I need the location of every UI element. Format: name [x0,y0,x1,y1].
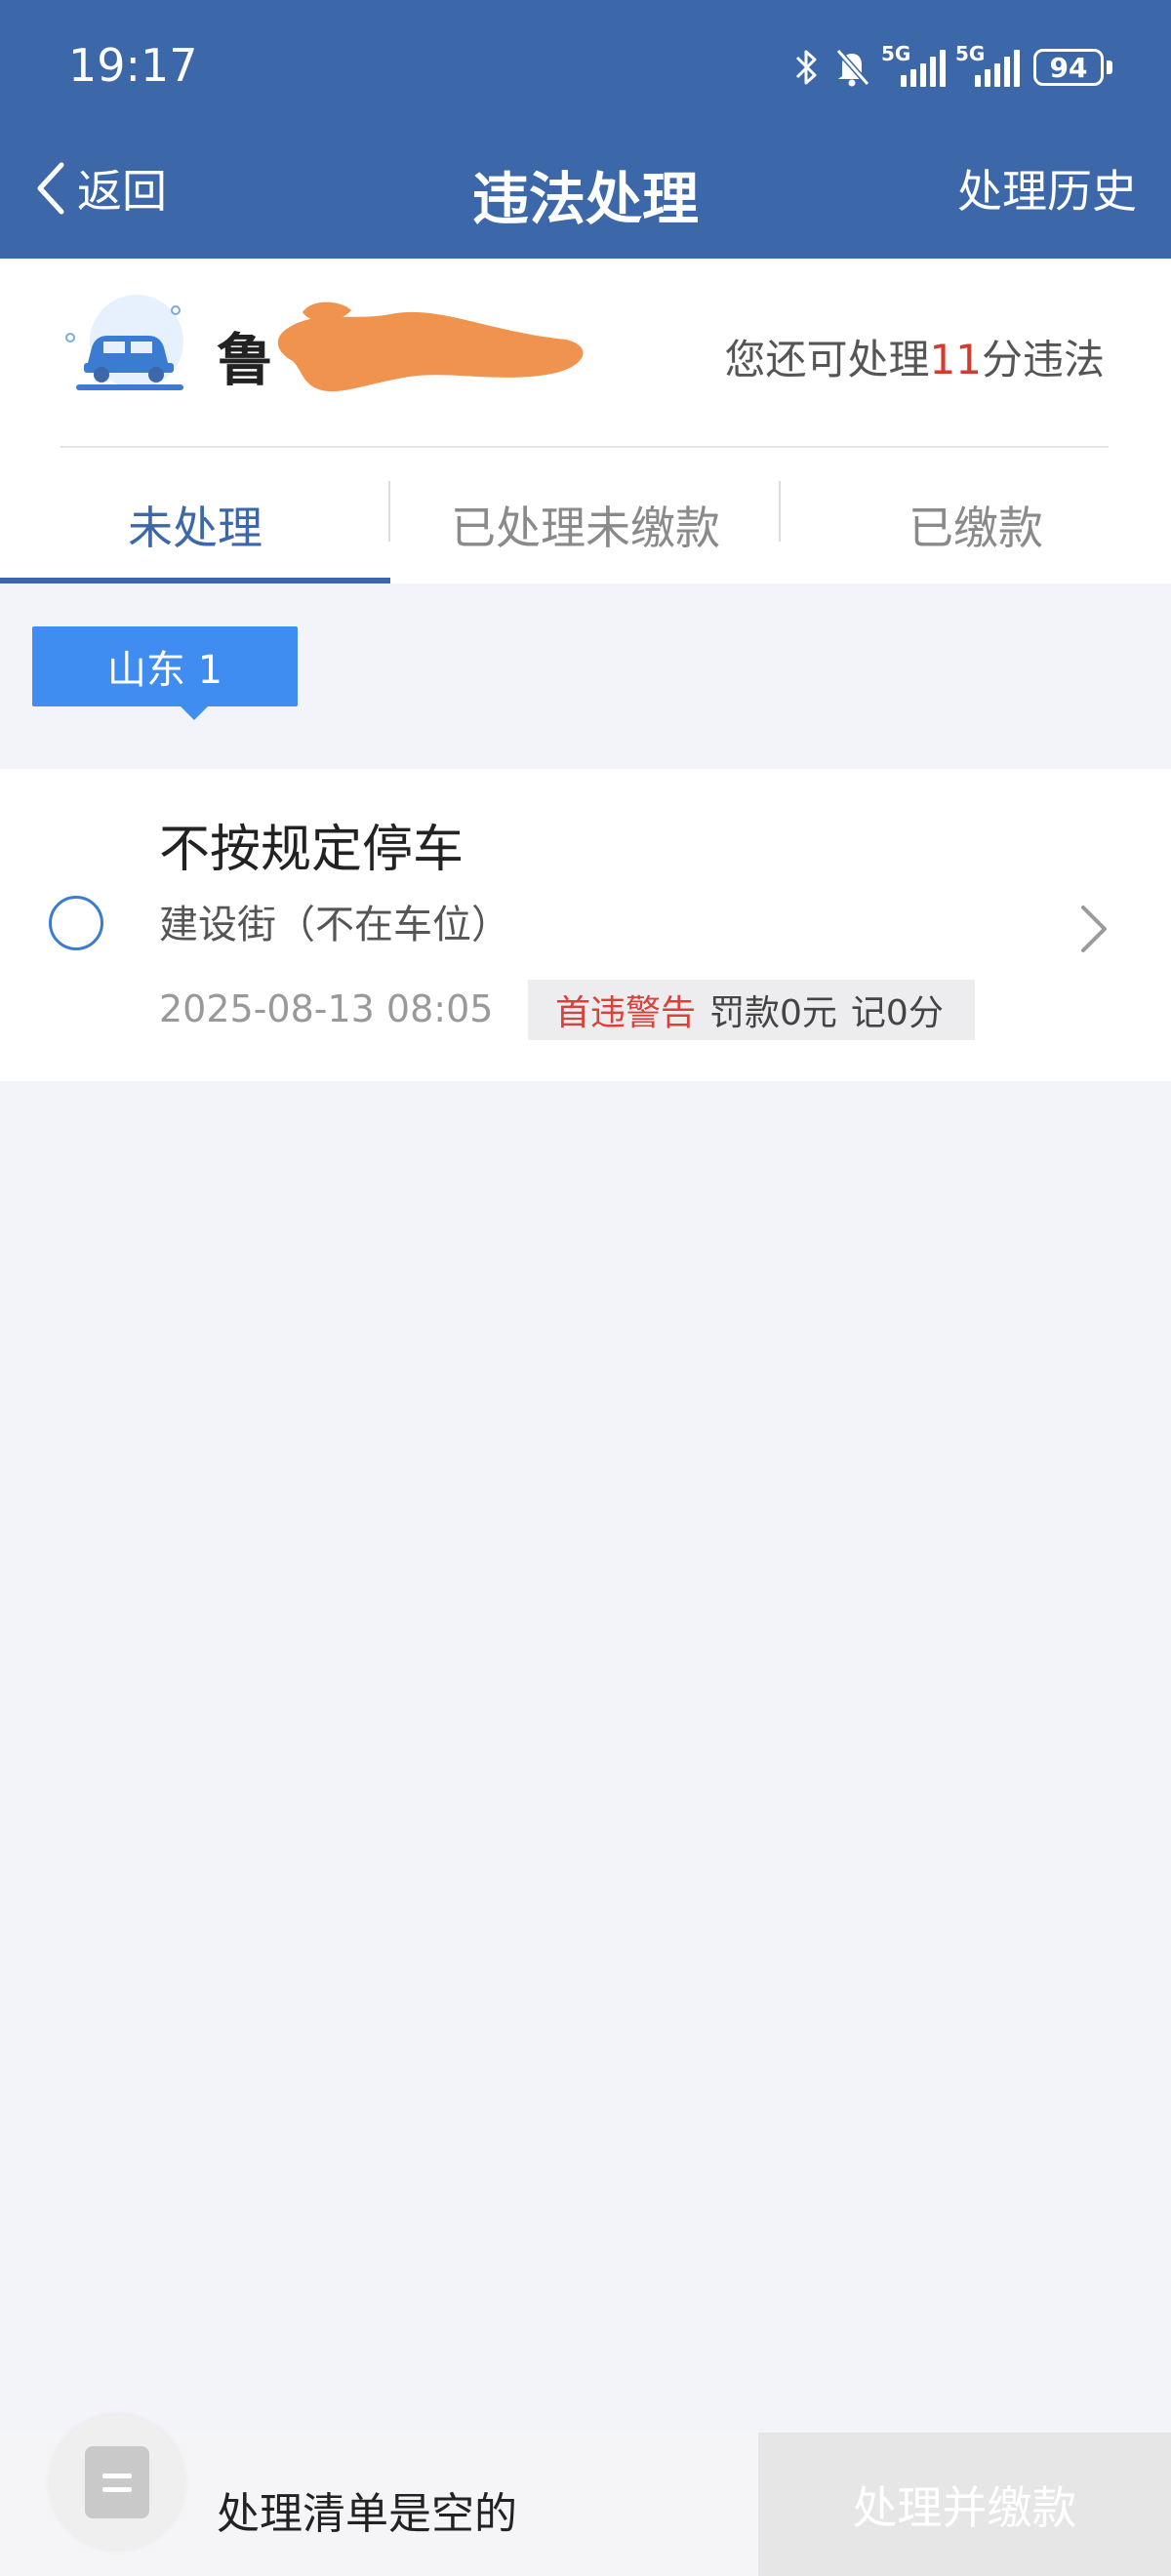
violation-location: 建设街（不在车位） [159,903,510,947]
violation-title: 不按规定停车 [159,821,464,879]
violation-datetime: 2025-08-13 08:05 [159,987,494,1030]
history-link[interactable]: 处理历史 [957,156,1137,221]
remaining-prefix: 您还可处理 [724,336,930,383]
tab-paid[interactable]: 已缴款 [781,466,1171,584]
signal-icon: 5G [881,42,946,87]
penalty-badge: 首违警告 罚款0元 记0分 [528,980,975,1040]
redaction-mark [277,302,584,392]
status-time: 19:17 [68,39,198,92]
remaining-suffix: 分违法 [981,336,1105,383]
list-icon [85,2446,149,2518]
status-tabs: 未处理 已处理未缴款 已缴款 [0,466,1171,584]
bluetooth-icon [793,48,819,87]
warning-label: 首违警告 [555,993,697,1033]
empty-list-text: 处理清单是空的 [217,2489,517,2539]
signal-icon: 5G [955,42,1020,87]
status-icons: 5G 5G 94 [793,42,1112,88]
remaining-points-value: 11 [929,336,982,383]
tab-unprocessed[interactable]: 未处理 [0,466,390,584]
points-label: 记0分 [850,993,944,1033]
region-tag: 山东 1 [32,626,298,720]
battery-icon: 94 [1033,49,1112,86]
divider [61,446,1109,448]
bell-muted-icon [832,47,871,88]
process-and-pay-button[interactable]: 处理并缴款 [758,2433,1171,2576]
active-tab-indicator [0,578,390,584]
battery-level: 94 [1033,49,1104,86]
network-type-label: 5G [955,42,986,65]
tab-processed-unpaid[interactable]: 已处理未缴款 [390,466,781,584]
remaining-points: 您还可处理11分违法 [725,327,1105,386]
license-plate: 鲁 [217,327,274,393]
network-type-label: 5G [881,42,911,65]
select-radio[interactable] [49,896,103,950]
chevron-right-icon [1081,906,1107,952]
process-list-button[interactable] [49,2414,185,2551]
fine-label: 罚款0元 [709,993,837,1033]
car-icon [65,295,183,390]
